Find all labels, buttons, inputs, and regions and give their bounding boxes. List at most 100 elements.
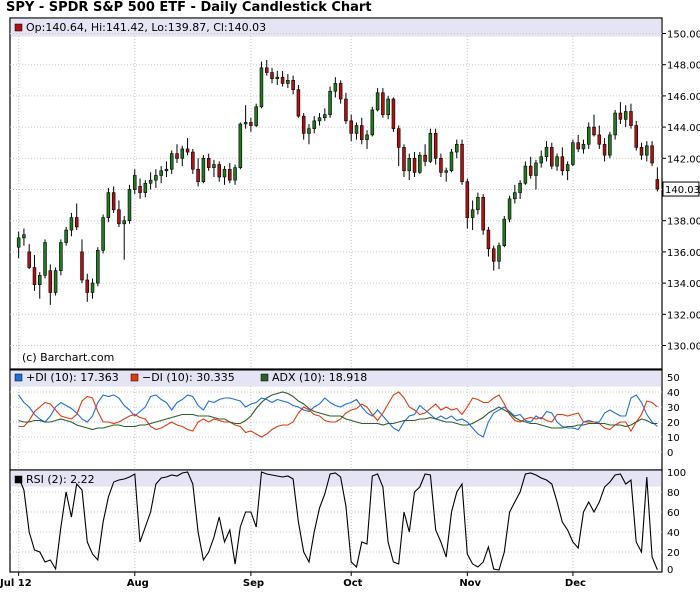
candle-body: [534, 162, 538, 176]
dmi-y-tick-label: 10: [667, 433, 680, 444]
price-y-tick-label: 144.00: [667, 123, 700, 134]
candle-body: [592, 126, 596, 136]
candle-body: [449, 151, 454, 172]
price-y-tick-label: 132.00: [667, 310, 700, 321]
candle-body: [618, 112, 623, 120]
candle-body: [412, 158, 417, 173]
rsi-y-tick-label: 20: [667, 548, 680, 559]
candle-body: [175, 153, 179, 159]
candle-body: [80, 251, 84, 281]
candle-body: [233, 167, 237, 181]
candle-body: [296, 89, 301, 117]
x-tick-label: Aug: [127, 578, 149, 589]
candle-body: [243, 122, 248, 125]
candle-body: [111, 192, 116, 211]
candle-body: [550, 147, 554, 167]
dmi-y-tick-label: 50: [667, 373, 680, 384]
candle-body: [307, 128, 311, 134]
candle-body: [560, 156, 565, 172]
last-price-label: 140.03: [665, 185, 700, 196]
candle-body: [639, 147, 644, 156]
rsi-y-tick-label: 80: [667, 488, 680, 499]
price-y-tick-label: 146.00: [667, 92, 700, 103]
dmi-y-tick-label: 40: [667, 388, 680, 399]
watermark: (c) Barchart.com: [22, 351, 114, 364]
candle-body: [513, 192, 517, 200]
candle-body: [375, 92, 380, 111]
candle-body: [338, 83, 343, 100]
candle-body: [185, 148, 190, 153]
candle-body: [53, 270, 58, 293]
candle-body: [586, 126, 591, 145]
candle-body: [280, 76, 285, 84]
price-y-tick-label: 148.00: [667, 61, 700, 72]
candle-body: [597, 134, 602, 145]
candle-body: [555, 156, 559, 167]
candle-body: [396, 128, 401, 148]
price-y-tick-label: 136.00: [667, 248, 700, 259]
candle-body: [433, 133, 438, 159]
candle-body: [333, 83, 338, 92]
candle-body: [565, 164, 570, 172]
dmi-y-tick-label: 20: [667, 418, 680, 429]
chart-canvas: 150.00148.00146.00144.00142.00140.00138.…: [0, 17, 700, 589]
candle-body: [407, 158, 412, 172]
candle-body: [96, 250, 100, 284]
candle-body: [365, 134, 369, 140]
candle-body: [222, 168, 227, 178]
candle-body: [491, 248, 496, 262]
candle-body: [539, 156, 543, 164]
price-y-tick-label: 130.00: [667, 342, 700, 353]
rsi-y-tick-label: 40: [667, 528, 680, 539]
candle-body: [428, 133, 433, 162]
candle-body: [317, 117, 322, 122]
dmi-legend-label: −DI (10): 30.335: [142, 371, 235, 384]
dmi-y-tick-label: 0: [667, 448, 673, 459]
candle-body: [613, 112, 617, 136]
candle-body: [418, 154, 422, 173]
candle-body: [444, 170, 448, 173]
price-legend-swatch: [14, 23, 23, 32]
candle-body: [43, 242, 47, 276]
candle-body: [502, 218, 507, 246]
candle-body: [169, 153, 174, 170]
candle-body: [655, 179, 660, 190]
rsi-y-tick-label: 100: [667, 468, 686, 479]
candle-body: [460, 143, 464, 182]
candle-body: [518, 182, 522, 193]
candle-body: [74, 217, 79, 228]
candle-body: [69, 217, 74, 231]
candle-body: [85, 279, 90, 293]
candle-body: [386, 98, 390, 115]
candle-body: [32, 267, 37, 285]
candle-body: [486, 229, 491, 250]
candle-body: [645, 145, 649, 156]
candle-body: [354, 125, 359, 134]
candle-body: [481, 197, 485, 231]
candle-body: [465, 181, 470, 218]
candle-body: [117, 209, 121, 225]
price-legend: Op:140.64, Hi:141.42, Lo:139.87, Cl:140.…: [26, 21, 266, 34]
candle-body: [249, 122, 253, 126]
candle-body: [38, 274, 42, 285]
candle-body: [402, 147, 406, 172]
candle-body: [286, 80, 290, 84]
candle-body: [59, 242, 63, 271]
candle-body: [323, 114, 327, 119]
candle-body: [528, 165, 533, 176]
candle-body: [148, 179, 153, 184]
candle-body: [127, 189, 132, 222]
candle-body: [623, 111, 628, 120]
dmi-legend-label: ADX (10): 18.918: [272, 371, 367, 384]
candle-body: [650, 145, 654, 164]
price-y-tick-label: 150.00: [667, 30, 700, 41]
x-tick-label: Oct: [343, 578, 362, 589]
rsi-y-tick-label: 60: [667, 508, 680, 519]
x-tick-label: Jul 12: [0, 578, 32, 589]
candle-body: [138, 186, 142, 193]
dmi-legend-swatch: [260, 373, 269, 382]
candle-body: [27, 251, 31, 268]
candle-body: [275, 76, 280, 80]
candle-body: [196, 168, 200, 183]
candle-body: [22, 234, 26, 239]
